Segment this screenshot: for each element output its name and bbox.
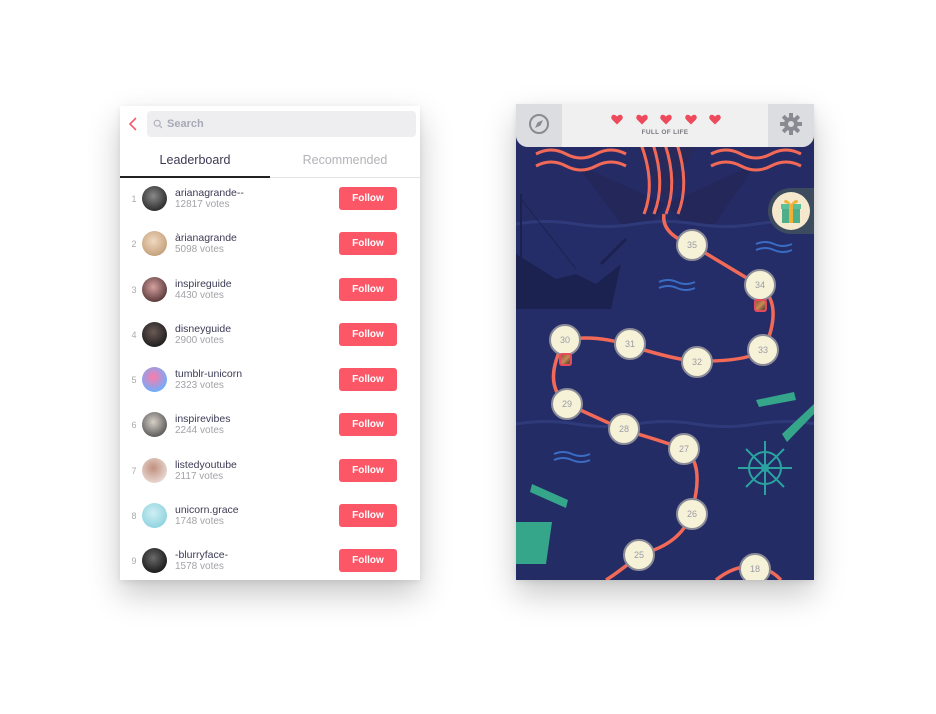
vote-count: 4430 votes: [175, 289, 224, 301]
vote-count: 2900 votes: [175, 334, 224, 346]
leaderboard-row: 5 tumblr-unicorn 2323 votes Follow: [120, 359, 420, 404]
level-node-27[interactable]: 27: [668, 433, 700, 465]
friend-avatar-marker[interactable]: [559, 353, 572, 366]
rank-number: 6: [131, 420, 137, 431]
rank-number: 8: [131, 511, 137, 522]
level-node-18[interactable]: 18: [739, 553, 771, 580]
username[interactable]: arianagrande--: [175, 187, 244, 199]
follow-button[interactable]: Follow: [339, 232, 397, 256]
username[interactable]: listedyoutube: [175, 459, 237, 471]
back-button[interactable]: [126, 114, 142, 134]
leaderboard-screen: Leaderboard Recommended 1arianagrande--1…: [120, 106, 420, 580]
friend-avatar-marker[interactable]: [754, 299, 767, 312]
vote-count: 5098 votes: [175, 244, 224, 256]
tab-recommended[interactable]: Recommended: [270, 144, 420, 177]
leaderboard-row: 9 -blurryface- 1578 votes Follow: [120, 540, 420, 580]
gear-icon: [780, 113, 802, 135]
search-bar: [120, 106, 420, 142]
level-node-26[interactable]: 26: [676, 498, 708, 530]
level-node-33[interactable]: 33: [747, 334, 779, 366]
ship-wheel-icon: [738, 441, 792, 495]
follow-button[interactable]: Follow: [339, 368, 397, 392]
leaderboard-list: 1 arianagrande-- 12817 votes Follow 2 àrianag…: [120, 178, 420, 580]
leaderboard-row: 8 unicorn.grace 1748 votes Follow: [120, 495, 420, 540]
search-field[interactable]: [147, 111, 416, 137]
username[interactable]: àrianagrande: [175, 232, 237, 244]
level-node-31[interactable]: 31: [614, 328, 646, 360]
leaderboard-row: 6 inspirevibes 2244 votes Follow: [120, 404, 420, 449]
follow-button[interactable]: Follow: [339, 504, 397, 528]
level-node-35[interactable]: 35: [676, 229, 708, 261]
lives-hearts: [611, 114, 721, 125]
follow-button[interactable]: Follow: [339, 187, 397, 210]
heart-icon: [709, 114, 721, 125]
avatar[interactable]: [142, 321, 167, 347]
leaderboard-row: 2 àrianagrande 5098 votes Follow: [120, 223, 420, 268]
search-icon: [153, 119, 163, 129]
username[interactable]: inspireguide: [175, 278, 232, 290]
level-node-29[interactable]: 29: [551, 388, 583, 420]
level-node-30[interactable]: 30: [549, 324, 581, 356]
rank-number: 1: [131, 194, 137, 204]
vote-count: 2244 votes: [175, 425, 224, 437]
level-node-28[interactable]: 28: [608, 413, 640, 445]
chevron-left-icon: [128, 117, 137, 131]
gift-button[interactable]: [768, 188, 814, 234]
game-map-screen: 35 34 33 32 31 30 29 28 27 26 25 18 FULL: [516, 104, 814, 580]
game-top-bar: FULL OF LIFE: [516, 104, 814, 147]
rank-number: 2: [131, 239, 137, 250]
heart-icon: [660, 114, 672, 125]
settings-button[interactable]: [768, 104, 814, 147]
avatar[interactable]: [142, 186, 167, 211]
rank-number: 5: [131, 375, 137, 386]
heart-icon: [611, 114, 623, 125]
rank-number: 3: [131, 284, 137, 295]
avatar[interactable]: [142, 367, 167, 393]
rank-number: 7: [131, 465, 137, 476]
username[interactable]: disneyguide: [175, 323, 231, 335]
level-node-25[interactable]: 25: [623, 539, 655, 571]
gift-icon: [781, 199, 801, 223]
leaderboard-row: 1 arianagrande-- 12817 votes Follow: [120, 178, 420, 223]
compass-icon: [529, 114, 549, 134]
username[interactable]: inspirevibes: [175, 413, 230, 425]
avatar[interactable]: [142, 276, 167, 302]
avatar[interactable]: [142, 548, 167, 574]
avatar[interactable]: [142, 231, 167, 257]
heart-icon: [635, 114, 648, 125]
vote-count: 2323 votes: [175, 380, 224, 392]
tab-bar: Leaderboard Recommended: [120, 144, 420, 178]
leaderboard-row: 4 disneyguide 2900 votes Follow: [120, 314, 420, 359]
compass-button[interactable]: [516, 104, 562, 147]
rank-number: 4: [131, 329, 137, 340]
leaderboard-row: 3 inspireguide 4430 votes Follow: [120, 269, 420, 314]
username[interactable]: -blurryface-: [175, 549, 228, 561]
level-node-32[interactable]: 32: [681, 346, 713, 378]
follow-button[interactable]: Follow: [339, 458, 397, 482]
vote-count: 1578 votes: [175, 561, 224, 573]
follow-button[interactable]: Follow: [339, 322, 397, 346]
avatar[interactable]: [142, 412, 167, 438]
avatar[interactable]: [142, 457, 167, 483]
rank-number: 9: [131, 556, 137, 567]
vote-count: 12817 votes: [175, 199, 230, 210]
follow-button[interactable]: Follow: [339, 413, 397, 437]
username[interactable]: tumblr-unicorn: [175, 368, 242, 380]
leaderboard-row: 7 listedyoutube 2117 votes Follow: [120, 450, 420, 495]
vote-count: 2117 votes: [175, 470, 224, 482]
follow-button[interactable]: Follow: [339, 549, 397, 573]
avatar[interactable]: [142, 503, 167, 529]
vote-count: 1748 votes: [175, 516, 224, 528]
username[interactable]: unicorn.grace: [175, 504, 239, 516]
level-node-34[interactable]: 34: [744, 269, 776, 301]
gift-badge: [772, 192, 810, 230]
follow-button[interactable]: Follow: [339, 277, 397, 301]
heart-icon: [684, 114, 697, 125]
search-input[interactable]: [167, 118, 387, 130]
tab-leaderboard[interactable]: Leaderboard: [120, 144, 270, 178]
